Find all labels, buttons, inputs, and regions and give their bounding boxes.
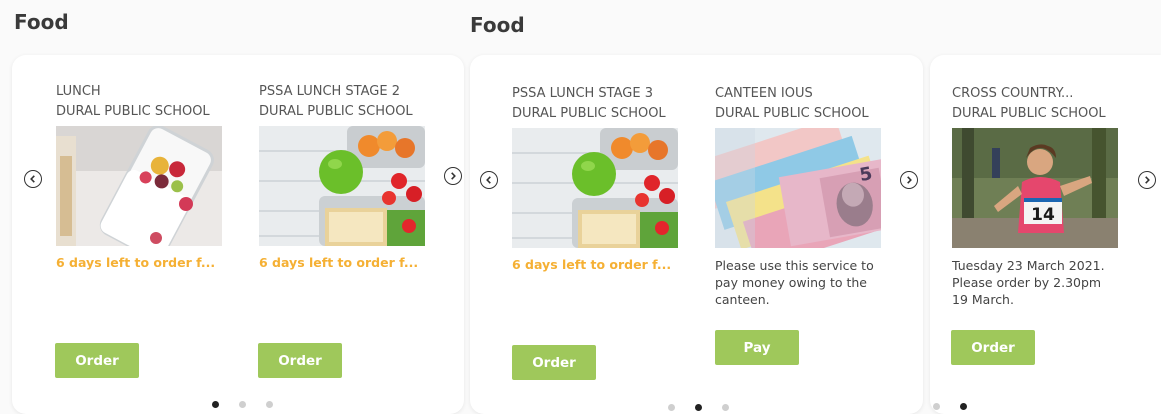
chevron-left-icon <box>30 175 35 183</box>
card-image-lunchbox <box>259 126 425 246</box>
card-name: PSSA LUNCH STAGE 2 <box>259 84 400 99</box>
card-school: DURAL PUBLIC SCHOOL <box>512 106 666 121</box>
days-left-label: 6 days left to order f... <box>56 255 216 270</box>
carousel-next-button[interactable] <box>444 167 462 185</box>
pagination-dot[interactable] <box>266 401 273 408</box>
pagination-dot[interactable] <box>668 404 675 411</box>
pagination-dot[interactable] <box>212 401 219 408</box>
chevron-right-icon <box>1145 176 1150 184</box>
product-card[interactable]: CANTEEN IOUS DURAL PUBLIC SCHOOL 5 Pleas… <box>715 84 883 308</box>
carousel-pagination <box>212 401 273 408</box>
card-school: DURAL PUBLIC SCHOOL <box>56 104 210 119</box>
card-school: DURAL PUBLIC SCHOOL <box>715 106 869 121</box>
carousel-pagination <box>668 404 729 411</box>
card-name: CANTEEN IOUS <box>715 86 813 101</box>
card-description: Please use this service to pay money owi… <box>715 258 874 307</box>
card-image-banknotes: 5 <box>715 128 881 248</box>
carousel-pagination <box>933 403 967 410</box>
card-image-yogurt-jar <box>56 126 222 246</box>
section-title: Food <box>470 13 525 37</box>
order-button[interactable]: Order <box>512 345 596 380</box>
days-left-label: 6 days left to order f... <box>512 257 672 272</box>
card-name: CROSS COUNTRY... <box>952 86 1074 101</box>
card-image-lunchbox <box>512 128 678 248</box>
card-description: Tuesday 23 March 2021. Please order by 2… <box>952 258 1105 307</box>
order-button[interactable]: Order <box>951 330 1035 365</box>
carousel-prev-button[interactable] <box>24 170 42 188</box>
days-left-label: 6 days left to order f... <box>259 255 419 270</box>
carousel-next-button[interactable] <box>900 171 918 189</box>
order-button[interactable]: Order <box>258 343 342 378</box>
pay-button[interactable]: Pay <box>715 330 799 365</box>
chevron-left-icon <box>486 176 491 184</box>
product-card[interactable]: PSSA LUNCH STAGE 2 DURAL PUBLIC SCHOOL 6… <box>259 82 427 270</box>
card-name: LUNCH <box>56 84 101 99</box>
carousel-prev-button[interactable] <box>480 171 498 189</box>
pagination-dot[interactable] <box>960 403 967 410</box>
section-title: Food <box>14 10 69 34</box>
bib-number: 14 <box>1031 205 1055 225</box>
pagination-dot[interactable] <box>695 404 702 411</box>
pagination-dot[interactable] <box>239 401 246 408</box>
product-card[interactable]: PSSA LUNCH STAGE 3 DURAL PUBLIC SCHOOL 6… <box>512 84 680 272</box>
card-school: DURAL PUBLIC SCHOOL <box>952 106 1106 121</box>
pagination-dot[interactable] <box>722 404 729 411</box>
carousel-next-button[interactable] <box>1138 171 1156 189</box>
card-school: DURAL PUBLIC SCHOOL <box>259 104 413 119</box>
card-image-runner: 14 <box>952 128 1118 248</box>
chevron-right-icon <box>907 176 912 184</box>
chevron-right-icon <box>451 172 456 180</box>
card-name: PSSA LUNCH STAGE 3 <box>512 86 653 101</box>
product-card[interactable]: LUNCH DURAL PUBLIC SCHOOL 6 days left to… <box>56 82 224 270</box>
product-card[interactable]: CROSS COUNTRY... DURAL PUBLIC SCHOOL 14 … <box>952 84 1120 308</box>
order-button[interactable]: Order <box>55 343 139 378</box>
pagination-dot[interactable] <box>933 403 940 410</box>
